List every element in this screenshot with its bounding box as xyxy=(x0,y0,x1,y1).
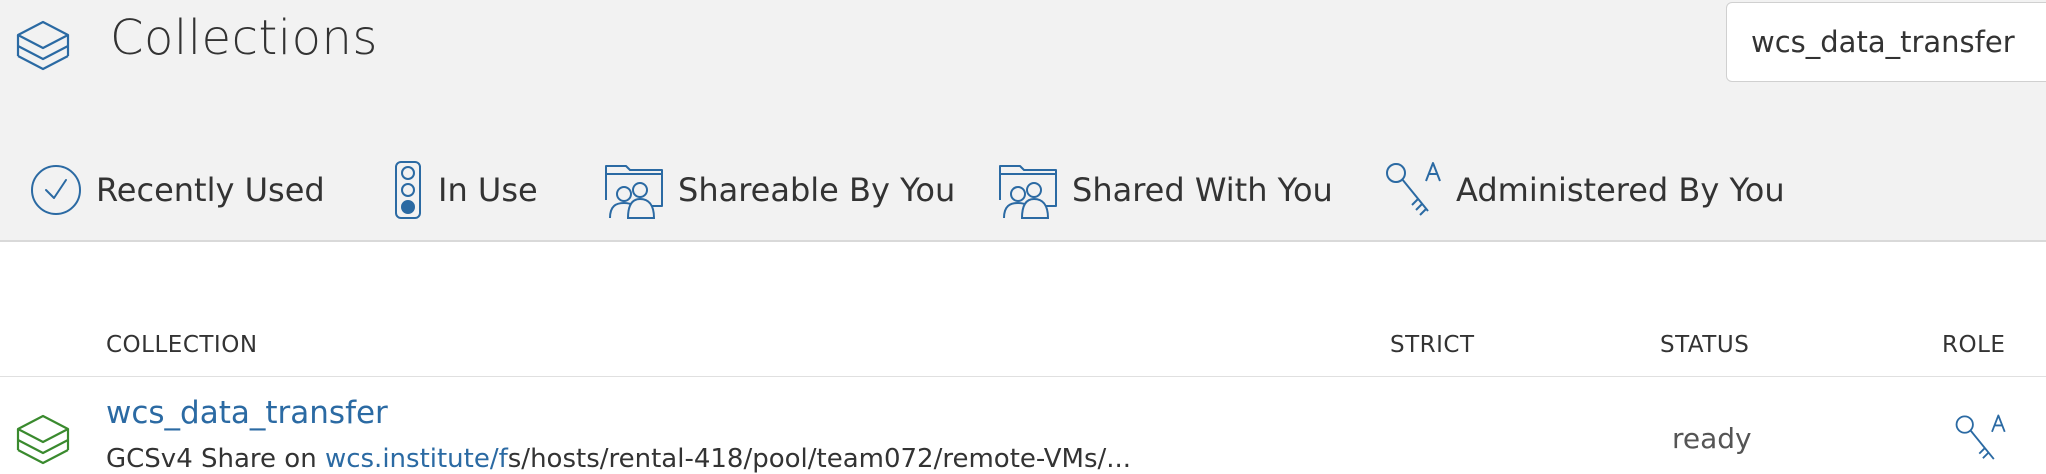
table-divider xyxy=(0,376,2046,377)
shared-folder-icon xyxy=(600,160,668,220)
description-path: s/hosts/rental-418/pool/team072/remote-V… xyxy=(507,444,1132,474)
clock-icon xyxy=(28,162,84,218)
tab-label: In Use xyxy=(438,171,538,209)
tab-label: Administered By You xyxy=(1456,171,1785,209)
layers-icon xyxy=(16,20,70,71)
admin-key-icon xyxy=(1955,414,2006,460)
tab-administered-by-you[interactable]: Administered By You xyxy=(1382,160,1785,220)
collection-name-link[interactable]: wcs_data_transfer xyxy=(106,395,388,431)
search-input[interactable] xyxy=(1726,2,2046,82)
description-link[interactable]: wcs.institute/f xyxy=(325,444,508,474)
tab-label: Recently Used xyxy=(96,171,325,209)
page-title: Collections xyxy=(110,10,378,66)
tab-shareable-by-you[interactable]: Shareable By You xyxy=(600,160,955,220)
tab-in-use[interactable]: In Use xyxy=(390,160,538,220)
header-bar: Collections Recently Used xyxy=(0,0,2046,242)
collection-description: GCSv4 Share on wcs.institute/fs/hosts/re… xyxy=(106,444,1131,474)
tab-recently-used[interactable]: Recently Used xyxy=(28,160,325,220)
admin-key-icon xyxy=(1382,159,1448,221)
column-header-strict[interactable]: STRICT xyxy=(1390,332,1475,358)
description-text: GCSv4 Share on xyxy=(106,444,325,474)
tab-shared-with-you[interactable]: Shared With You xyxy=(994,160,1333,220)
layers-icon xyxy=(16,414,70,465)
column-header-collection[interactable]: COLLECTION xyxy=(106,332,258,358)
column-header-status[interactable]: STATUS xyxy=(1660,332,1749,358)
tab-label: Shareable By You xyxy=(678,171,956,209)
status-text: ready xyxy=(1672,422,1752,455)
traffic-light-icon xyxy=(390,160,426,220)
tab-label: Shared With You xyxy=(1072,171,1333,209)
column-header-role[interactable]: ROLE xyxy=(1942,332,2005,358)
shared-folder-icon xyxy=(994,160,1062,220)
